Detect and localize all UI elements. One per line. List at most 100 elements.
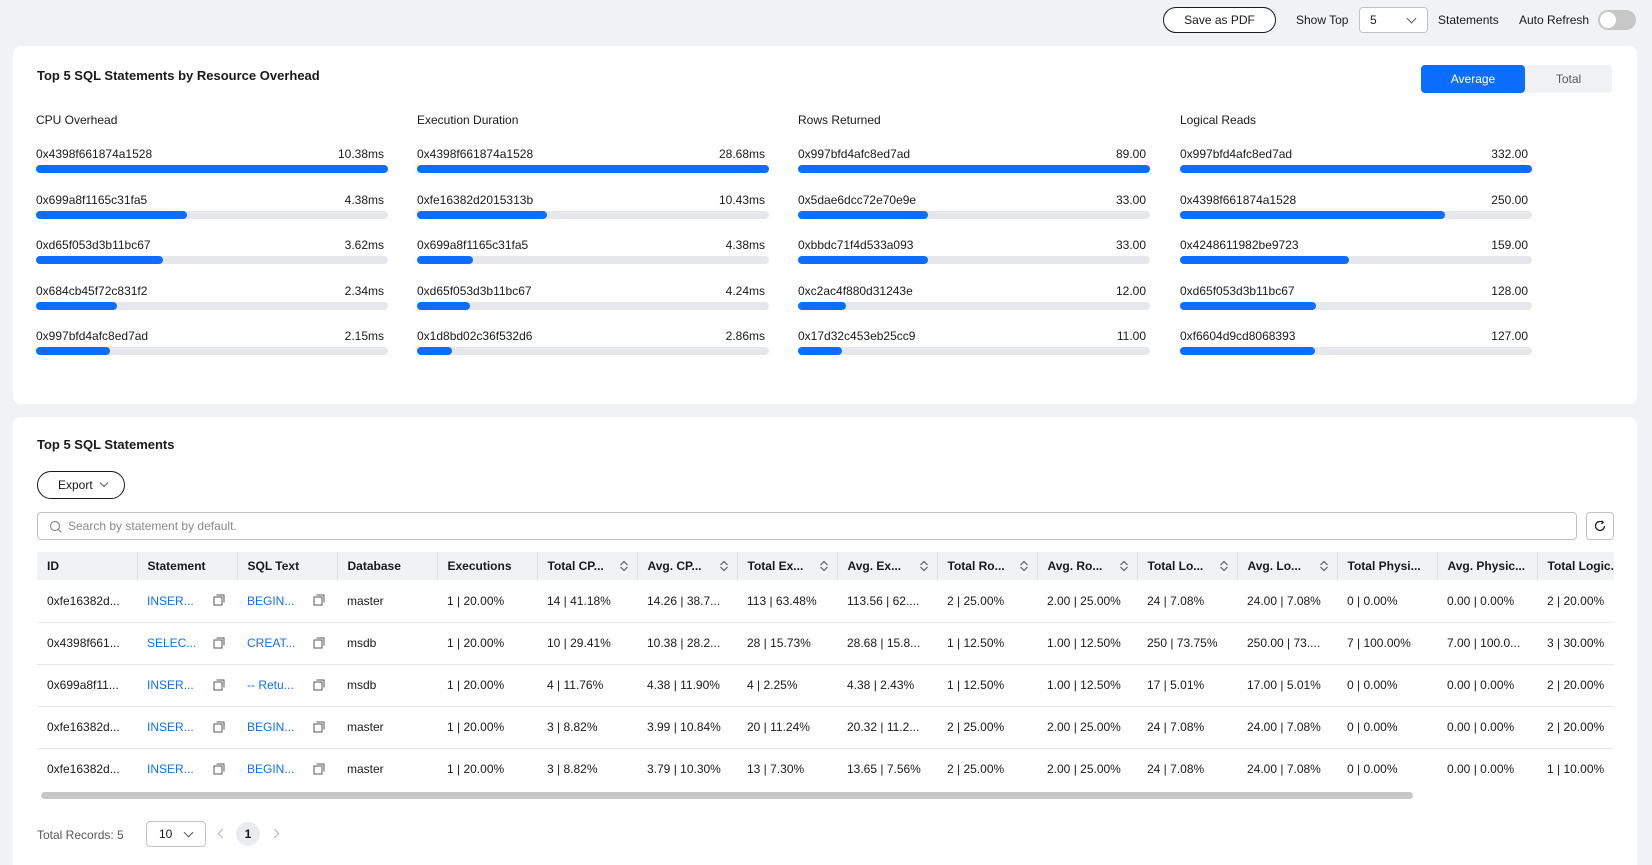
column-header[interactable]: Total Ro... xyxy=(937,552,1038,580)
column-header[interactable]: Total CP... xyxy=(537,552,638,580)
current-page[interactable]: 1 xyxy=(236,822,260,846)
statement-cell[interactable]: INSER... xyxy=(137,580,237,623)
sort-icon[interactable] xyxy=(1319,560,1329,572)
scrollbar-thumb[interactable] xyxy=(41,792,1413,799)
metric-bar-track xyxy=(36,165,388,173)
sql-text-cell[interactable]: BEGIN... xyxy=(237,706,337,749)
column-header[interactable]: Avg. Lo... xyxy=(1237,552,1338,580)
metric-item-id: 0x997bfd4afc8ed7ad xyxy=(798,147,911,161)
table-cell: 13 | 7.30% xyxy=(737,748,837,788)
statement-cell[interactable]: INSER... xyxy=(137,664,237,707)
metric-item[interactable]: 0x4398f661874a1528 28.68ms xyxy=(417,147,769,173)
prev-page-icon[interactable] xyxy=(217,828,228,839)
metric-item-value: 250.00 xyxy=(1491,193,1528,207)
sql-text-cell[interactable]: CREAT... xyxy=(237,622,337,665)
metric-item[interactable]: 0xc2ac4f880d31243e 12.00 xyxy=(798,284,1150,310)
cell-text: 1 | 20.00% xyxy=(447,593,505,608)
sort-icon[interactable] xyxy=(1019,560,1029,572)
metric-item[interactable]: 0x997bfd4afc8ed7ad 332.00 xyxy=(1180,147,1532,173)
sort-icon[interactable] xyxy=(619,560,629,572)
column-header[interactable]: Avg. CP... xyxy=(637,552,738,580)
horizontal-scrollbar[interactable] xyxy=(37,792,1614,800)
metric-item[interactable]: 0x997bfd4afc8ed7ad 89.00 xyxy=(798,147,1150,173)
metric-item[interactable]: 0x4398f661874a1528 10.38ms xyxy=(36,147,388,173)
sort-icon[interactable] xyxy=(819,560,829,572)
table-row: 0x4398f661... SELEC... CREAT... msdb 1 | 20.… xyxy=(37,622,1614,665)
metric-item[interactable]: 0xd65f053d3b11bc67 4.24ms xyxy=(417,284,769,310)
cell-text: 1 | 20.00% xyxy=(447,720,505,734)
statement-cell[interactable]: INSER... xyxy=(137,748,237,788)
metric-item[interactable]: 0x4398f661874a1528 250.00 xyxy=(1180,193,1532,219)
sort-icon[interactable] xyxy=(719,560,729,572)
metric-item-id: 0x5dae6dcc72e70e9e xyxy=(798,193,917,207)
sql-text-cell[interactable]: -- Retu... xyxy=(237,664,337,707)
metric-item[interactable]: 0x684cb45f72c831f2 2.34ms xyxy=(36,284,388,310)
metric-item[interactable]: 0x17d32c453eb25cc9 11.00 xyxy=(798,329,1150,355)
copy-icon[interactable] xyxy=(313,637,325,649)
table-cell: 20.32 | 11.2... xyxy=(837,706,937,749)
statements-card: Top 5 SQL Statements Export ID Statement S… xyxy=(13,417,1637,865)
sql-text-cell[interactable]: BEGIN... xyxy=(237,580,337,623)
column-header-label: Database xyxy=(347,559,401,573)
cell-text: 4.38 | 2.43% xyxy=(847,678,915,692)
metric-item-value: 4.38ms xyxy=(344,193,384,207)
metric-item[interactable]: 0xbbdc71f4d533a093 33.00 xyxy=(798,238,1150,264)
copy-icon[interactable] xyxy=(313,679,325,691)
table-cell: 1 | 20.00% xyxy=(437,706,537,749)
statement-cell[interactable]: SELEC... xyxy=(137,622,237,665)
page-size-select[interactable]: 10 xyxy=(146,821,206,847)
cell-text: 0.00 | 0.00% xyxy=(1447,678,1515,692)
cell-text: 2.00 | 25.00% xyxy=(1047,593,1121,608)
copy-icon[interactable] xyxy=(213,637,225,649)
metric-bar-track xyxy=(36,256,388,264)
metric-item[interactable]: 0x5dae6dcc72e70e9e 33.00 xyxy=(798,193,1150,219)
metric-item[interactable]: 0x4248611982be9723 159.00 xyxy=(1180,238,1532,264)
metric-item-id: 0x699a8f1165c31fa5 xyxy=(36,193,148,207)
auto-refresh-toggle[interactable] xyxy=(1598,10,1636,30)
table-row: 0x699a8f11... INSER... -- Retu... msdb 1 | 2… xyxy=(37,664,1614,707)
copy-icon[interactable] xyxy=(313,721,325,733)
column-header[interactable]: Total Lo... xyxy=(1137,552,1238,580)
metric-item[interactable]: 0x699a8f1165c31fa5 4.38ms xyxy=(36,193,388,219)
column-header[interactable]: Avg. Ex... xyxy=(837,552,938,580)
show-top-select[interactable]: 5 xyxy=(1359,7,1428,33)
copy-icon[interactable] xyxy=(213,679,225,691)
copy-icon[interactable] xyxy=(213,721,225,733)
cell-text: 2 | 20.00% xyxy=(1547,593,1605,608)
copy-icon[interactable] xyxy=(213,594,225,606)
column-header[interactable]: Avg. Ro... xyxy=(1037,552,1138,580)
column-header[interactable]: Total Ex... xyxy=(737,552,838,580)
metric-bar-fill xyxy=(36,211,188,219)
cell-text: 4.38 | 11.90% xyxy=(647,678,720,692)
search-input[interactable] xyxy=(68,517,1548,535)
metric-title: CPU Overhead xyxy=(36,113,118,127)
copy-icon[interactable] xyxy=(313,763,325,775)
next-page-icon[interactable] xyxy=(269,828,280,839)
metric-item[interactable]: 0xd65f053d3b11bc67 3.62ms xyxy=(36,238,388,264)
metric-item[interactable]: 0xf6604d9cd8068393 127.00 xyxy=(1180,329,1532,355)
cell-text: 3 | 8.82% xyxy=(547,720,598,734)
metric-item[interactable]: 0x1d8bd02c36f532d6 2.86ms xyxy=(417,329,769,355)
metric-item[interactable]: 0xd65f053d3b11bc67 128.00 xyxy=(1180,284,1532,310)
copy-icon[interactable] xyxy=(313,594,325,606)
average-option[interactable]: Average xyxy=(1421,65,1525,93)
sort-icon[interactable] xyxy=(1119,560,1129,572)
copy-icon[interactable] xyxy=(213,763,225,775)
total-option[interactable]: Total xyxy=(1525,65,1612,93)
sql-text-cell[interactable]: BEGIN... xyxy=(237,748,337,788)
metric-item[interactable]: 0xfe16382d2015313b 10.43ms xyxy=(417,193,769,219)
sort-icon[interactable] xyxy=(1219,560,1229,572)
column-header: Avg. Physic... xyxy=(1437,552,1538,580)
statement-cell[interactable]: INSER... xyxy=(137,706,237,749)
table-cell: 3.99 | 10.84% xyxy=(637,706,737,749)
refresh-button[interactable] xyxy=(1586,512,1614,540)
metric-item[interactable]: 0x997bfd4afc8ed7ad 2.15ms xyxy=(36,329,388,355)
table-cell: 0x699a8f11... xyxy=(37,664,137,707)
sort-icon[interactable] xyxy=(919,560,929,572)
metric-bar-fill xyxy=(1180,347,1315,355)
save-as-pdf-button[interactable]: Save as PDF xyxy=(1163,7,1276,33)
table-cell: 24.00 | 7.08% xyxy=(1237,580,1337,623)
cell-text: INSER... xyxy=(147,762,194,776)
export-button[interactable]: Export xyxy=(37,471,125,499)
metric-item[interactable]: 0x699a8f1165c31fa5 4.38ms xyxy=(417,238,769,264)
